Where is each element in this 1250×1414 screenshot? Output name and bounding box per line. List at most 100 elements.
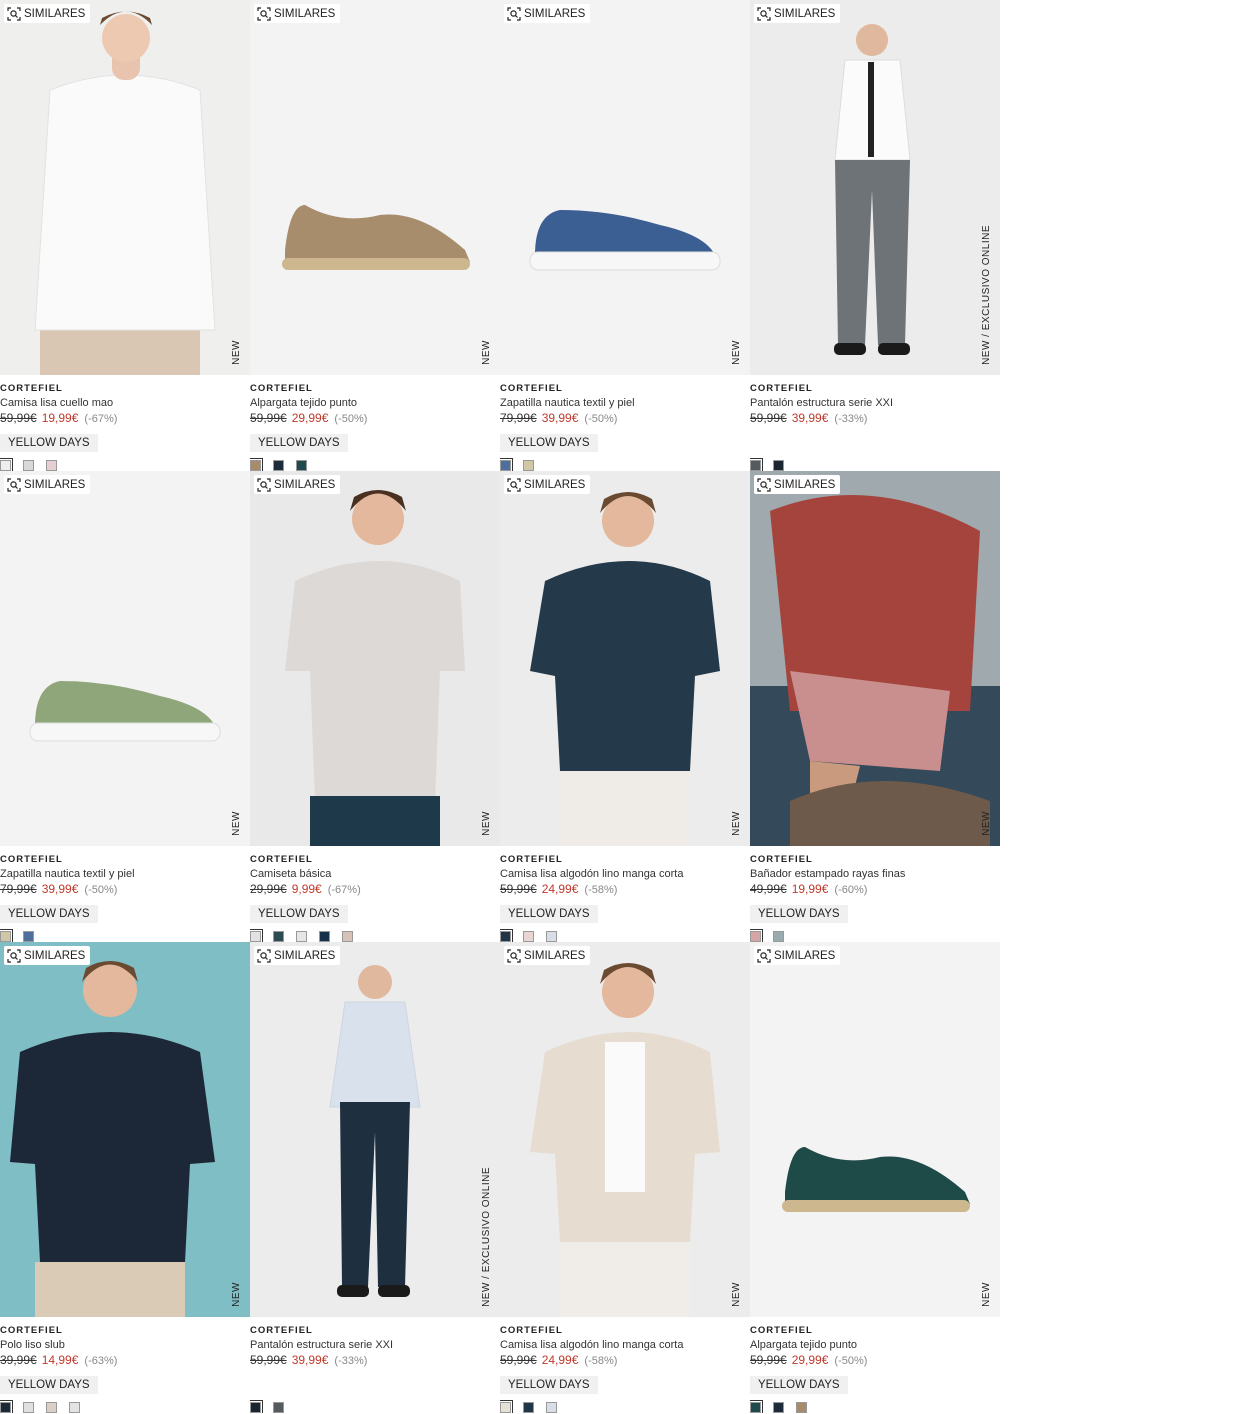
product-brand: CORTEFIEL <box>500 383 563 394</box>
color-swatch[interactable] <box>69 1402 80 1413</box>
color-swatch[interactable] <box>546 1402 557 1413</box>
sale-price: 29,99€ <box>291 411 329 425</box>
product-image[interactable]: SIMILARES NEW <box>0 471 250 846</box>
color-swatch[interactable] <box>523 460 534 471</box>
color-swatch[interactable] <box>250 929 263 942</box>
product-name[interactable]: Camiseta básica <box>250 868 500 880</box>
color-swatch[interactable] <box>773 931 784 942</box>
product-image[interactable]: SIMILARES NEW <box>750 942 1000 1317</box>
original-price: 59,99€ <box>250 1353 287 1367</box>
product-prices: 59,99€ 39,99€ (-33%) <box>250 1353 500 1367</box>
color-swatch[interactable] <box>750 929 763 942</box>
product-image[interactable]: SIMILARES NEW <box>500 942 750 1317</box>
product-image[interactable]: SIMILARES NEW <box>500 471 750 846</box>
product-image[interactable]: SIMILARES NEW / EXCLUSIVO ONLINE <box>750 0 1000 375</box>
original-price: 59,99€ <box>750 1353 787 1367</box>
color-swatch[interactable] <box>23 1402 34 1413</box>
product-card[interactable]: SIMILARES NEW / EXCLUSIVO ONLINE CORTEFI… <box>250 942 500 1413</box>
color-swatch[interactable] <box>523 931 534 942</box>
color-swatch[interactable] <box>250 458 263 471</box>
color-swatch[interactable] <box>273 1402 284 1413</box>
product-card[interactable]: SIMILARES NEW / EXCLUSIVO ONLINE CORTEFI… <box>750 0 1000 471</box>
product-info: CORTEFIEL Camisa lisa algodón lino manga… <box>500 1317 750 1394</box>
product-card[interactable]: SIMILARES NEW CORTEFIEL Zapatilla nautic… <box>500 0 750 471</box>
color-swatch[interactable] <box>500 929 513 942</box>
color-swatch[interactable] <box>23 931 34 942</box>
similar-button[interactable]: SIMILARES <box>754 946 841 965</box>
color-swatch[interactable] <box>342 931 353 942</box>
product-image[interactable]: SIMILARES NEW <box>0 0 250 375</box>
product-name[interactable]: Alpargata tejido punto <box>250 397 500 409</box>
product-card[interactable]: SIMILARES NEW CORTEFIEL Camisa lisa algo… <box>500 942 750 1413</box>
color-swatch[interactable] <box>0 1400 13 1413</box>
color-swatch[interactable] <box>46 1402 57 1413</box>
product-card[interactable]: SIMILARES NEW CORTEFIEL Polo liso slub 3… <box>0 942 250 1413</box>
product-prices: 79,99€ 39,99€ (-50%) <box>0 882 250 896</box>
product-name[interactable]: Alpargata tejido punto <box>750 1339 1000 1351</box>
product-card[interactable]: SIMILARES NEW CORTEFIEL Camisa lisa algo… <box>500 471 750 942</box>
product-card[interactable]: SIMILARES NEW CORTEFIEL Alpargata tejido… <box>250 0 500 471</box>
product-name[interactable]: Bañador estampado rayas finas <box>750 868 1000 880</box>
product-card[interactable]: SIMILARES NEW CORTEFIEL Zapatilla nautic… <box>0 471 250 942</box>
similar-button[interactable]: SIMILARES <box>4 475 91 494</box>
similar-button[interactable]: SIMILARES <box>754 4 841 23</box>
product-prices: 59,99€ 24,99€ (-58%) <box>500 882 750 896</box>
similar-button[interactable]: SIMILARES <box>254 4 341 23</box>
color-swatch[interactable] <box>796 1402 807 1413</box>
product-image[interactable]: SIMILARES NEW <box>250 471 500 846</box>
product-name[interactable]: Camisa lisa algodón lino manga corta <box>500 868 750 880</box>
color-swatch[interactable] <box>0 458 13 471</box>
product-name[interactable]: Camisa lisa algodón lino manga corta <box>500 1339 750 1351</box>
visual-search-icon <box>257 6 271 21</box>
product-info: CORTEFIEL Pantalón estructura serie XXI … <box>750 375 1000 445</box>
color-swatch[interactable] <box>773 460 784 471</box>
product-image[interactable]: SIMILARES NEW / EXCLUSIVO ONLINE <box>250 942 500 1317</box>
product-image[interactable]: SIMILARES NEW <box>750 471 1000 846</box>
color-swatch[interactable] <box>500 1400 513 1413</box>
color-swatch[interactable] <box>319 931 330 942</box>
product-name[interactable]: Zapatilla nautica textil y piel <box>500 397 750 409</box>
similar-button[interactable]: SIMILARES <box>504 4 591 23</box>
product-card[interactable]: SIMILARES NEW CORTEFIEL Bañador estampad… <box>750 471 1000 942</box>
discount-percent: (-63%) <box>84 1355 118 1367</box>
similar-button[interactable]: SIMILARES <box>504 946 591 965</box>
product-brand: CORTEFIEL <box>500 1325 563 1336</box>
similar-button[interactable]: SIMILARES <box>754 475 841 494</box>
similar-button[interactable]: SIMILARES <box>504 475 591 494</box>
color-swatch[interactable] <box>750 1400 763 1413</box>
color-swatch[interactable] <box>296 460 307 471</box>
color-swatch[interactable] <box>273 931 284 942</box>
product-tag: NEW <box>981 1282 992 1307</box>
product-image[interactable]: SIMILARES NEW <box>500 0 750 375</box>
product-image[interactable]: SIMILARES NEW <box>250 0 500 375</box>
product-card[interactable]: SIMILARES NEW CORTEFIEL Alpargata tejido… <box>750 942 1000 1413</box>
color-swatch[interactable] <box>546 931 557 942</box>
product-name[interactable]: Camisa lisa cuello mao <box>0 397 250 409</box>
color-swatch[interactable] <box>523 1402 534 1413</box>
product-name[interactable]: Polo liso slub <box>0 1339 250 1351</box>
color-swatch[interactable] <box>500 458 513 471</box>
similar-button[interactable]: SIMILARES <box>254 475 341 494</box>
product-image[interactable]: SIMILARES NEW <box>0 942 250 1317</box>
sale-price: 24,99€ <box>541 882 579 896</box>
product-name[interactable]: Zapatilla nautica textil y piel <box>0 868 250 880</box>
similar-button[interactable]: SIMILARES <box>254 946 341 965</box>
visual-search-icon <box>257 477 271 492</box>
promo-badge: YELLOW DAYS <box>250 905 348 923</box>
similar-button[interactable]: SIMILARES <box>4 946 91 965</box>
color-swatch[interactable] <box>46 460 57 471</box>
color-swatch[interactable] <box>23 460 34 471</box>
color-swatch[interactable] <box>0 929 13 942</box>
color-swatch[interactable] <box>773 1402 784 1413</box>
color-swatch[interactable] <box>750 458 763 471</box>
color-swatch[interactable] <box>250 1400 263 1413</box>
product-name[interactable]: Pantalón estructura serie XXI <box>250 1339 500 1351</box>
color-swatch[interactable] <box>296 931 307 942</box>
original-price: 59,99€ <box>0 411 37 425</box>
color-swatch[interactable] <box>273 460 284 471</box>
similar-label: SIMILARES <box>274 7 336 20</box>
similar-button[interactable]: SIMILARES <box>4 4 91 23</box>
product-card[interactable]: SIMILARES NEW CORTEFIEL Camiseta básica … <box>250 471 500 942</box>
product-name[interactable]: Pantalón estructura serie XXI <box>750 397 1000 409</box>
product-card[interactable]: SIMILARES NEW CORTEFIEL Camisa lisa cuel… <box>0 0 250 471</box>
